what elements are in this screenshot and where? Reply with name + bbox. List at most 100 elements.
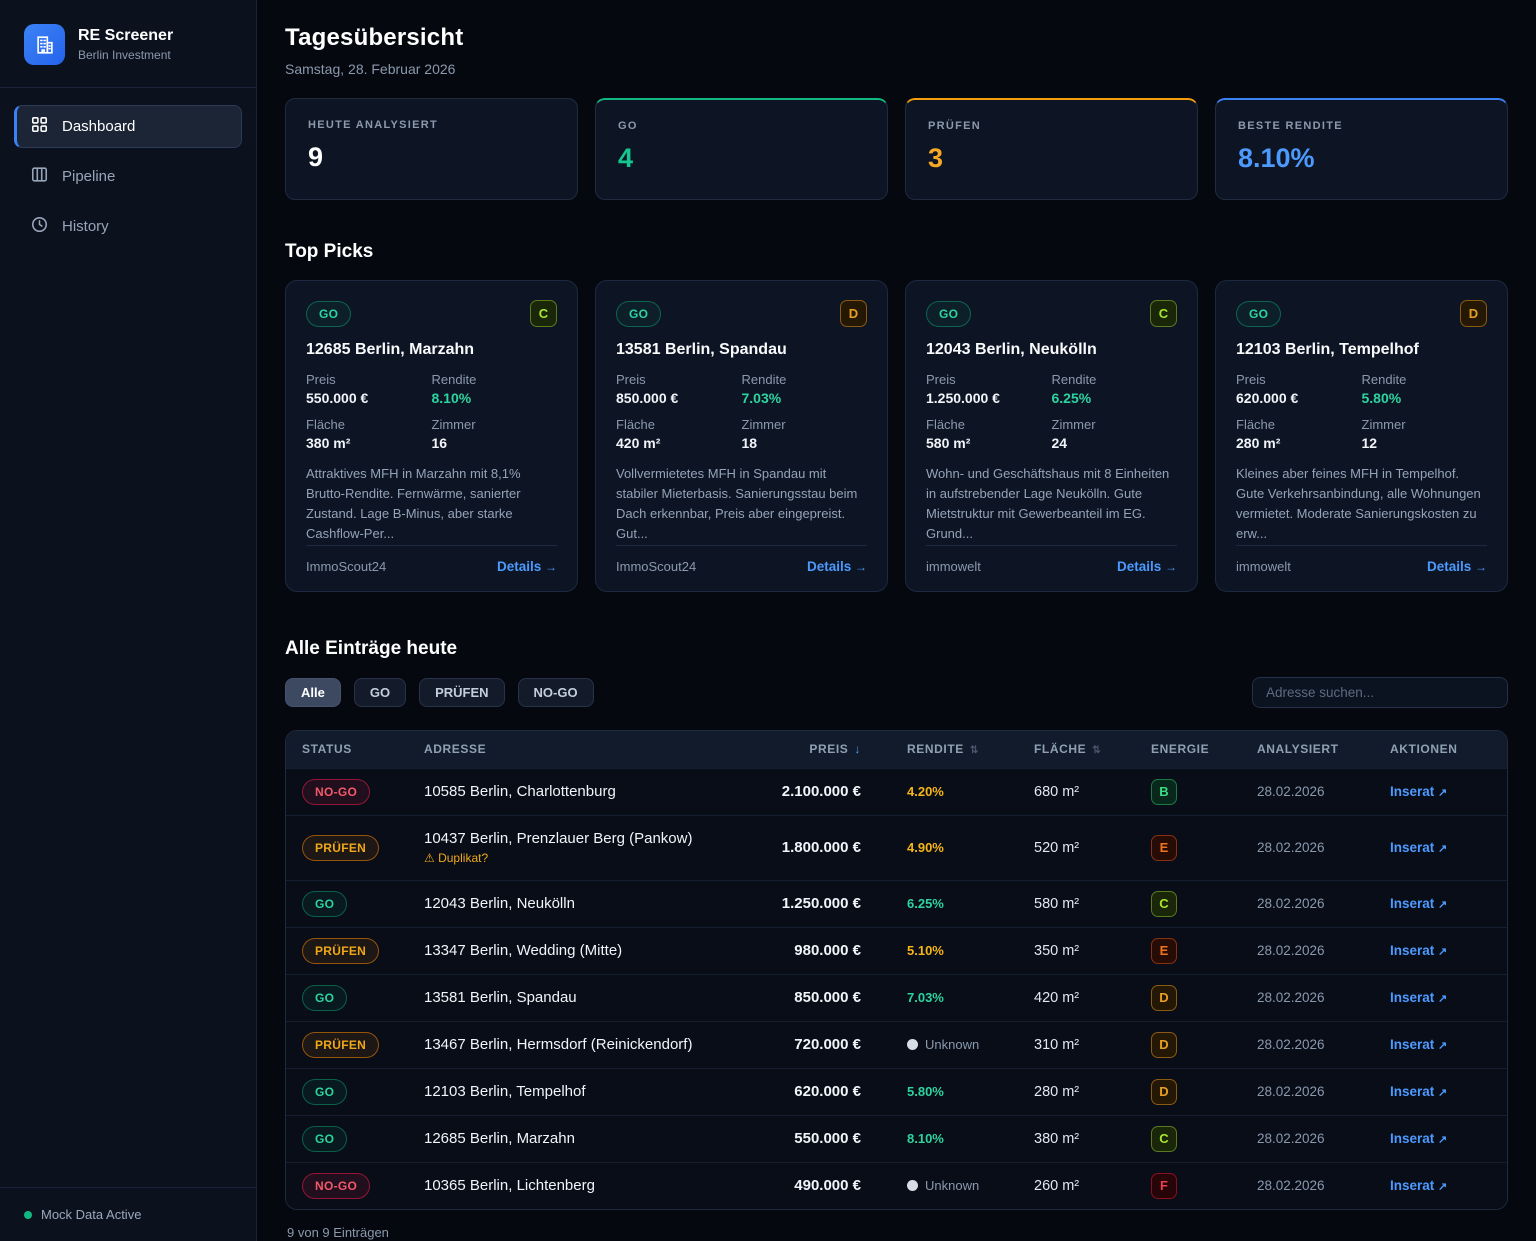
stat-label: PRÜFEN [928, 120, 1175, 132]
stat-value: 8.10% [1238, 143, 1485, 174]
pick-footer: ImmoScout24Details → [306, 545, 557, 574]
address-cell: 13347 Berlin, Wedding (Mitte) [408, 942, 723, 959]
pick-metrics: Preis620.000 €Rendite5.80%Fläche280 m²Zi… [1236, 372, 1487, 451]
pick-title: 12103 Berlin, Tempelhof [1236, 341, 1487, 359]
status-dot-icon [24, 1211, 32, 1219]
column-header-rendite[interactable]: RENDITE⇅ [891, 742, 1018, 756]
yield-cell: 7.03% [891, 989, 1018, 1007]
metric-label: Preis [1236, 372, 1362, 387]
listing-link[interactable]: Inserat ↗ [1390, 1131, 1447, 1146]
yield-value: 6.25% [907, 896, 944, 911]
page-date: Samstag, 28. Februar 2026 [285, 61, 1508, 77]
address-cell: 13581 Berlin, Spandau [408, 989, 723, 1006]
actions-cell: Inserat ↗ [1374, 942, 1507, 960]
energy-badge: C [1151, 891, 1177, 917]
filter-button-no-go[interactable]: NO-GO [518, 678, 594, 707]
listing-link[interactable]: Inserat ↗ [1390, 1178, 1447, 1193]
search-input[interactable] [1252, 677, 1508, 708]
metric-value: 24 [1052, 435, 1178, 451]
filter-button-alle[interactable]: Alle [285, 678, 341, 707]
yield-cell: 6.25% [891, 895, 1018, 913]
external-link-icon: ↗ [1438, 787, 1447, 799]
yield-unknown: Unknown [907, 1037, 1002, 1052]
pick-footer: immoweltDetails → [926, 545, 1177, 574]
external-link-icon: ↗ [1438, 843, 1447, 855]
pick-metric: Preis850.000 € [616, 372, 742, 406]
metric-value: 850.000 € [616, 390, 742, 406]
listing-link[interactable]: Inserat ↗ [1390, 1037, 1447, 1052]
sidebar-item-dashboard[interactable]: Dashboard [14, 105, 242, 148]
top-pick-card: GOD13581 Berlin, SpandauPreis850.000 €Re… [595, 280, 888, 592]
status-cell: PRÜFEN [286, 938, 408, 964]
column-header-fläche[interactable]: FLÄCHE⇅ [1018, 742, 1135, 756]
yield-value: 4.20% [907, 784, 944, 799]
status-cell: GO [286, 1079, 408, 1105]
price-cell: 980.000 € [723, 942, 891, 959]
app-subtitle: Berlin Investment [78, 48, 173, 62]
details-link[interactable]: Details → [1427, 559, 1487, 574]
status-badge: GO [302, 1079, 347, 1105]
column-header-preis[interactable]: PREIS↓ [723, 742, 891, 756]
listing-link[interactable]: Inserat ↗ [1390, 1084, 1447, 1099]
metric-value: 18 [742, 435, 868, 451]
metric-value: 620.000 € [1236, 390, 1362, 406]
metric-label: Zimmer [742, 417, 868, 432]
stat-label: HEUTE ANALYSIERT [308, 119, 555, 131]
status-badge: PRÜFEN [302, 1032, 379, 1058]
top-pick-card: GOC12043 Berlin, NeuköllnPreis1.250.000 … [905, 280, 1198, 592]
listing-link[interactable]: Inserat ↗ [1390, 990, 1447, 1005]
filter-button-prüfen[interactable]: PRÜFEN [419, 678, 504, 707]
pick-footer: immowelt Details → [1236, 545, 1487, 574]
metric-label: Zimmer [1362, 417, 1488, 432]
analyzed-date-cell: 28.02.2026 [1241, 943, 1374, 958]
price-cell: 850.000 € [723, 989, 891, 1006]
actions-cell: Inserat ↗ [1374, 839, 1507, 857]
status-badge: PRÜFEN [302, 835, 379, 861]
pick-metrics: Preis850.000 €Rendite7.03%Fläche420 m²Zi… [616, 372, 867, 451]
table-footer-count: 9 von 9 Einträgen [285, 1210, 1508, 1241]
sidebar-item-history[interactable]: History [14, 205, 242, 248]
details-link[interactable]: Details → [497, 559, 557, 574]
metric-label: Rendite [1362, 372, 1488, 387]
metric-value: 1.250.000 € [926, 390, 1052, 406]
stat-card: HEUTE ANALYSIERT9 [285, 98, 578, 200]
pick-footer: ImmoScout24Details → [616, 545, 867, 574]
yield-value: 4.90% [907, 840, 944, 855]
metric-label: Preis [926, 372, 1052, 387]
address-cell: 12685 Berlin, Marzahn [408, 1130, 723, 1147]
table-row: PRÜFEN10437 Berlin, Prenzlauer Berg (Pan… [286, 815, 1507, 880]
analyzed-date-cell: 28.02.2026 [1241, 1037, 1374, 1052]
table-header-row: STATUSADRESSEPREIS↓RENDITE⇅FLÄCHE⇅ENERGI… [286, 731, 1507, 768]
stat-label: BESTE RENDITE [1238, 120, 1485, 132]
listing-link[interactable]: Inserat ↗ [1390, 896, 1447, 911]
area-cell: 520 m² [1018, 840, 1135, 856]
listing-link[interactable]: Inserat ↗ [1390, 784, 1447, 799]
area-cell: 680 m² [1018, 784, 1135, 800]
details-link[interactable]: Details → [1117, 559, 1177, 574]
details-link[interactable]: Details → [807, 559, 867, 574]
stat-value: 4 [618, 143, 865, 174]
listing-link[interactable]: Inserat ↗ [1390, 840, 1447, 855]
pick-source: immowelt [1236, 559, 1291, 574]
energy-cell: C [1135, 891, 1241, 917]
grade-badge: C [1150, 300, 1177, 327]
address-cell: 10585 Berlin, Charlottenburg [408, 783, 723, 800]
area-cell: 420 m² [1018, 990, 1135, 1006]
external-link-icon: ↗ [1438, 1181, 1447, 1193]
price-cell: 720.000 € [723, 1036, 891, 1053]
arrow-right-icon: → [1475, 560, 1487, 574]
listing-link[interactable]: Inserat ↗ [1390, 943, 1447, 958]
address-cell: 12043 Berlin, Neukölln [408, 895, 723, 912]
metric-label: Rendite [432, 372, 558, 387]
area-cell: 580 m² [1018, 896, 1135, 912]
yield-cell: Unknown [891, 1178, 1018, 1193]
stat-label: GO [618, 120, 865, 132]
filter-button-go[interactable]: GO [354, 678, 406, 707]
actions-cell: Inserat ↗ [1374, 783, 1507, 801]
actions-cell: Inserat ↗ [1374, 895, 1507, 913]
pick-metric: Rendite6.25% [1052, 372, 1178, 406]
actions-cell: Inserat ↗ [1374, 1036, 1507, 1054]
sidebar-item-pipeline[interactable]: Pipeline [14, 155, 242, 198]
pick-metric: Fläche280 m² [1236, 417, 1362, 451]
price-cell: 490.000 € [723, 1177, 891, 1194]
